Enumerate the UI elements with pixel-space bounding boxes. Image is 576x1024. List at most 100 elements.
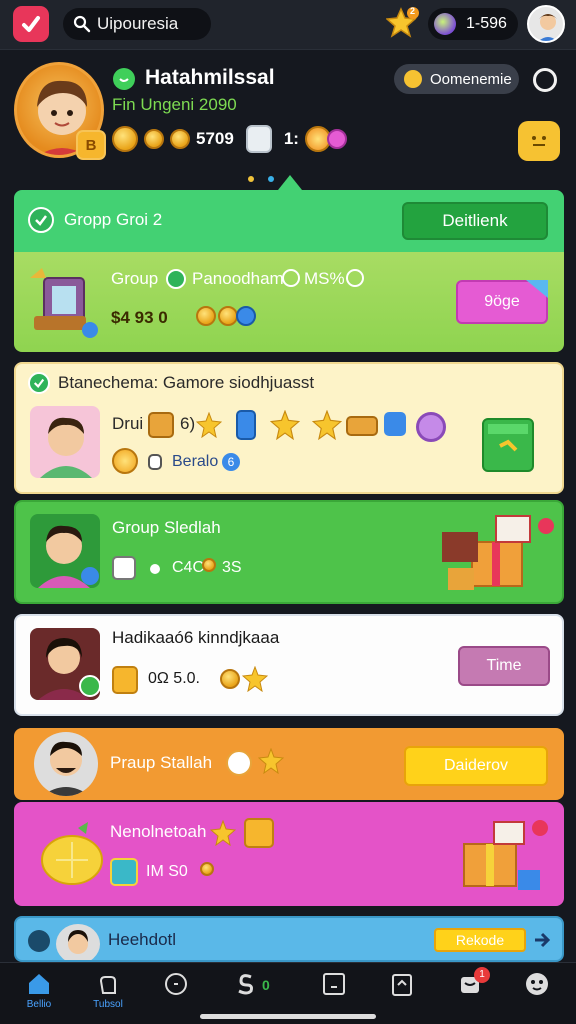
row-count: 6) bbox=[180, 414, 196, 433]
group-card[interactable]: Gropp Groi 2 Deitlienk Group Panoodham M… bbox=[14, 190, 564, 352]
card-title: Hadikaaó6 kinndjkaaa bbox=[112, 628, 280, 647]
card-title: Group Sledlah bbox=[112, 518, 221, 537]
card-body: Group Panoodham MS% $4 93 0 9öge bbox=[14, 252, 564, 352]
deliver-button[interactable]: Daiderov bbox=[404, 746, 548, 786]
nav-item-face[interactable] bbox=[517, 971, 557, 1019]
toggle-icon[interactable] bbox=[28, 930, 50, 952]
cup-icon bbox=[245, 125, 272, 153]
coin-icon bbox=[170, 129, 190, 149]
home-icon bbox=[29, 974, 49, 994]
star-icon bbox=[258, 748, 284, 774]
gift-bucket-icon[interactable] bbox=[482, 418, 534, 472]
ring-item-icon bbox=[416, 412, 446, 442]
home-indicator bbox=[200, 1014, 376, 1019]
group-card[interactable]: Group Sledlah C4C 3S bbox=[14, 500, 564, 604]
page-dots bbox=[248, 176, 274, 182]
status-ring-icon[interactable] bbox=[533, 68, 557, 92]
coin-icon bbox=[200, 862, 214, 876]
claim-label: 9öge bbox=[484, 293, 520, 310]
account-avatar[interactable] bbox=[527, 5, 565, 43]
player-card[interactable]: Hadikaaó6 kinndjkaaa 0Ω 5.0. Time bbox=[14, 614, 564, 716]
star-badge-icon[interactable]: 2 bbox=[385, 6, 420, 40]
nav-label: Tubsol bbox=[93, 999, 123, 1010]
coin-icon bbox=[196, 306, 216, 326]
box-icon bbox=[148, 412, 174, 438]
details-button[interactable]: Deitlienk bbox=[402, 202, 548, 240]
check-icon bbox=[166, 269, 186, 289]
nav-item-home[interactable]: Bellio bbox=[19, 971, 59, 1019]
lemon-icon bbox=[41, 822, 103, 885]
reward-card[interactable]: Nenolnetoah IM S0 bbox=[14, 802, 564, 906]
group-label: Group bbox=[111, 269, 159, 288]
check-icon bbox=[28, 372, 50, 394]
group-card[interactable]: Heehdotl Rekode bbox=[14, 916, 564, 962]
coin-icon bbox=[220, 669, 240, 689]
nav-item-hand[interactable]: Tubsol bbox=[88, 971, 128, 1019]
arrow-right-icon[interactable] bbox=[532, 930, 552, 950]
nav-item-square[interactable] bbox=[314, 971, 354, 1019]
claim-button[interactable]: 9öge bbox=[456, 280, 548, 324]
time-label: Time bbox=[486, 657, 522, 674]
nav-item-circle[interactable] bbox=[156, 971, 196, 1019]
star-icon bbox=[196, 412, 222, 438]
nav-item-s[interactable]: 0 bbox=[226, 971, 270, 1019]
ticket-icon bbox=[112, 556, 136, 580]
profile-subtitle: Fin Ungeni 2090 bbox=[112, 95, 237, 114]
deliver-label: Daiderov bbox=[443, 757, 509, 774]
coin-icon bbox=[112, 126, 138, 152]
face-icon bbox=[532, 136, 546, 146]
coin-icon bbox=[218, 306, 238, 326]
card-meta: IM S0 bbox=[146, 863, 188, 880]
group-sub: Panoodham bbox=[192, 269, 284, 288]
star-icon bbox=[312, 410, 342, 440]
chick-icon bbox=[112, 448, 138, 474]
player-thumbnail[interactable] bbox=[30, 406, 100, 478]
card-title: Praup Stallah bbox=[110, 753, 213, 772]
nav-count: 0 bbox=[262, 977, 270, 993]
stat-coins: 5709 bbox=[196, 129, 234, 148]
nav-label: Bellio bbox=[26, 999, 52, 1010]
player-thumbnail[interactable] bbox=[30, 514, 100, 588]
player-thumbnail[interactable] bbox=[56, 924, 100, 960]
clipboard-icon bbox=[392, 974, 412, 996]
currency-amount: 1-596 bbox=[466, 15, 507, 32]
ring-icon bbox=[282, 269, 300, 287]
chest-icon bbox=[346, 416, 378, 436]
record-button[interactable]: Rekode bbox=[434, 928, 526, 952]
nav-badge: 1 bbox=[474, 967, 490, 983]
competition-button[interactable]: Oomenemie bbox=[394, 64, 519, 94]
player-thumbnail[interactable] bbox=[30, 628, 100, 700]
badge-icon bbox=[326, 129, 347, 149]
app-logo-icon[interactable] bbox=[13, 6, 49, 42]
tab-pointer bbox=[278, 175, 302, 190]
record-label: Rekode bbox=[455, 932, 505, 948]
coin-icon bbox=[202, 558, 216, 572]
nav-item-cup[interactable]: 1 bbox=[450, 967, 490, 1019]
group-card[interactable]: Praup Stallah Daiderov bbox=[14, 728, 564, 800]
emoji-button[interactable] bbox=[518, 121, 560, 161]
time-button[interactable]: Time bbox=[458, 646, 550, 686]
card-title: Heehdotl bbox=[108, 930, 177, 949]
nav-item-clipboard[interactable] bbox=[382, 971, 422, 1019]
footer-count: 6 bbox=[222, 453, 240, 471]
gem-box-icon bbox=[110, 858, 138, 886]
game-card[interactable]: Btanechema: Gamore siodhjuasst Drui 6) B… bbox=[14, 362, 564, 494]
stat-rank: 1: bbox=[283, 129, 299, 148]
card-meta: C4C bbox=[172, 559, 205, 576]
hand-icon bbox=[99, 976, 116, 994]
coin-icon bbox=[144, 129, 164, 149]
search-input[interactable]: Uipouresia bbox=[63, 8, 211, 40]
player-thumbnail[interactable] bbox=[34, 732, 98, 796]
group-tag: MS% bbox=[304, 269, 345, 288]
gem-icon bbox=[236, 306, 256, 326]
card-meta: 0Ω 5.0. bbox=[148, 670, 200, 687]
search-icon bbox=[73, 15, 91, 33]
dot-icon bbox=[150, 564, 160, 574]
competition-label: Oomenemie bbox=[430, 70, 512, 88]
circle-icon bbox=[165, 973, 187, 995]
currency-pill[interactable]: 1-596 bbox=[428, 8, 518, 40]
arrow-icon bbox=[526, 280, 548, 298]
level-badge: B bbox=[76, 130, 106, 160]
s-icon bbox=[238, 974, 253, 995]
gem-icon bbox=[434, 13, 456, 35]
